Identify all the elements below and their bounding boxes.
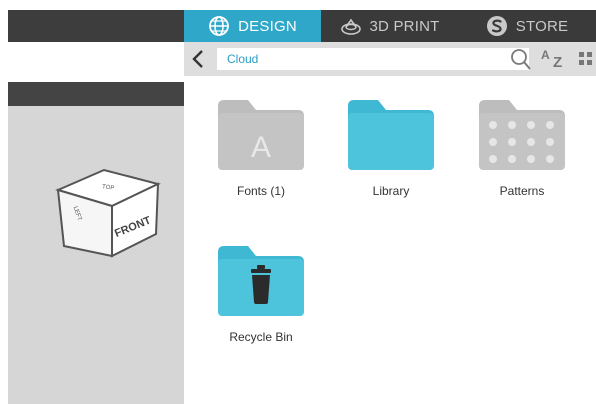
tab-3d-print[interactable]: 3D PRINT (321, 10, 458, 42)
grid-view-button[interactable] (578, 51, 594, 67)
font-folder-glyph: A (251, 131, 271, 164)
tab-store-label: STORE (515, 17, 569, 35)
left-top-bar (8, 10, 184, 42)
sort-az-icon: A Z (541, 48, 567, 71)
file-label-fonts: Fonts (1) (236, 184, 285, 198)
pattern-folder-icon (479, 100, 565, 170)
search-icon (511, 49, 531, 70)
font-folder-icon: A (218, 100, 304, 170)
file-label-patterns: Patterns (499, 184, 545, 198)
sort-letter-a: A (541, 48, 550, 62)
file-recycle-bin[interactable]: Recycle Bin (206, 246, 316, 344)
path-text: Cloud (227, 52, 259, 66)
tab-3d-print-label: 3D PRINT (369, 17, 440, 35)
store-icon (486, 15, 508, 37)
nav-bar: Cloud A Z (184, 42, 596, 76)
left-dark-strip (8, 82, 184, 106)
file-patterns[interactable]: Patterns (467, 100, 577, 198)
chevron-left-icon (192, 50, 203, 68)
recycle-bin-icon (218, 246, 304, 316)
tab-bar: DESIGN 3D PRINT STORE (184, 10, 596, 42)
search-button[interactable] (510, 47, 532, 71)
view-cube[interactable]: TOP LEFT FRONT (54, 156, 166, 266)
left-white-area (8, 42, 184, 82)
folder-icon (348, 100, 434, 170)
grid-view-icon (579, 52, 592, 65)
sort-letter-z: Z (553, 54, 563, 71)
tab-design-label: DESIGN (238, 17, 297, 35)
globe-icon (208, 15, 230, 37)
sort-button[interactable]: A Z (541, 48, 567, 71)
tab-store[interactable]: STORE (458, 10, 596, 42)
tab-design[interactable]: DESIGN (184, 10, 321, 42)
file-label-library: Library (372, 184, 410, 198)
3d-print-icon (340, 15, 362, 37)
path-bar[interactable]: Cloud (217, 48, 529, 70)
file-library[interactable]: Library (336, 100, 446, 198)
left-panel: TOP LEFT FRONT (8, 10, 184, 404)
file-fonts[interactable]: A Fonts (1) (206, 100, 316, 198)
back-button[interactable] (188, 48, 208, 70)
file-label-recycle-bin: Recycle Bin (229, 330, 293, 344)
